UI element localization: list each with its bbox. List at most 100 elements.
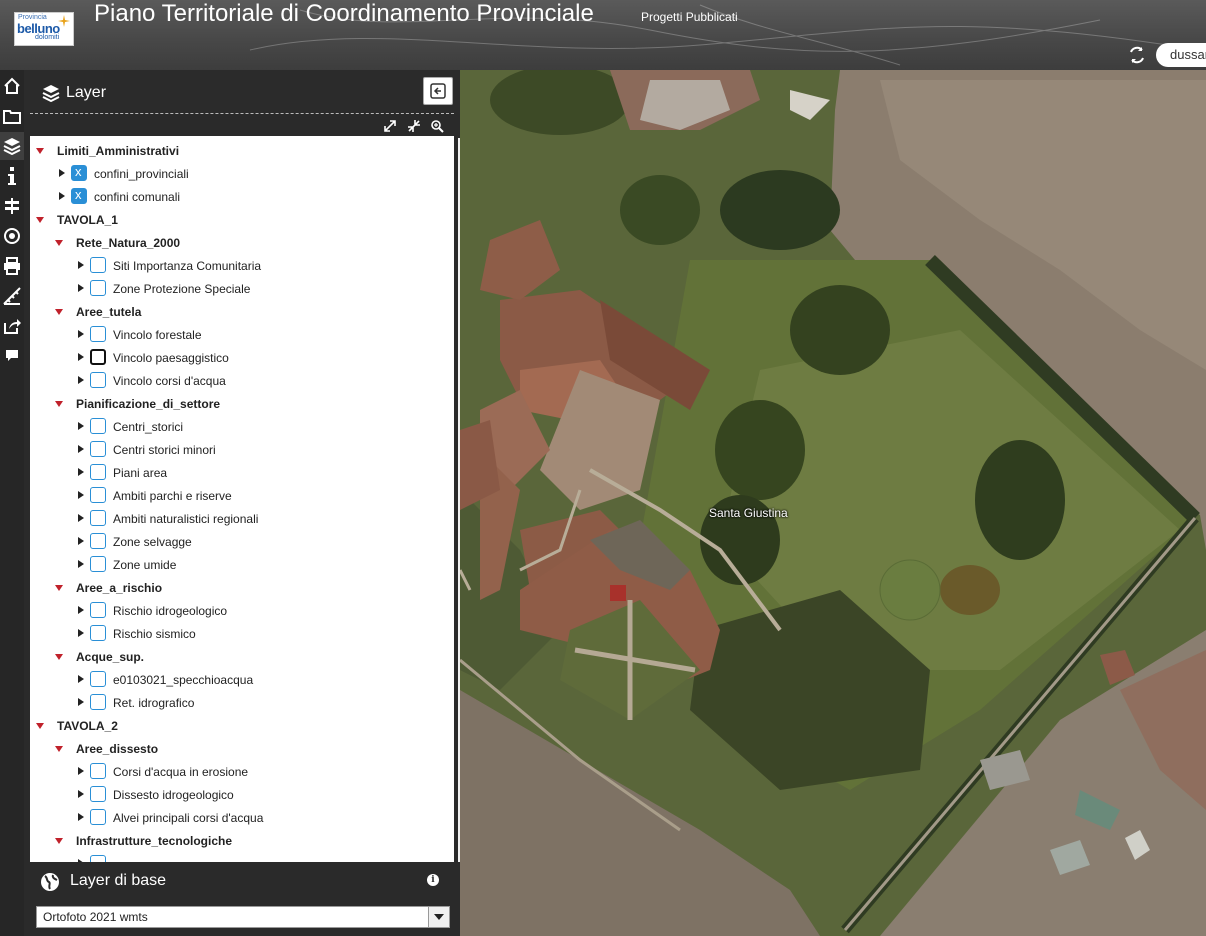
chevron-down-icon[interactable] <box>428 907 449 927</box>
expand-down-icon[interactable] <box>55 746 63 752</box>
layer-group-row[interactable]: TAVOLA_1 <box>30 209 450 232</box>
expand-down-icon[interactable] <box>55 838 63 844</box>
layer-visibility-checkbox[interactable] <box>90 809 106 825</box>
layer-group-row[interactable]: Infrastrutture_tecnologiche <box>30 830 450 853</box>
layer-visibility-checkbox[interactable] <box>90 625 106 641</box>
layer-visibility-checkbox[interactable] <box>90 671 106 687</box>
layer-visibility-checkbox[interactable] <box>90 326 106 342</box>
expand-right-icon[interactable] <box>78 468 84 476</box>
layer-visibility-checkbox[interactable] <box>90 694 106 710</box>
layer-row[interactable]: Ret. idrografico <box>30 692 450 715</box>
layer-visibility-checkbox[interactable] <box>90 763 106 779</box>
expand-right-icon[interactable] <box>59 169 65 177</box>
layer-row[interactable]: Piani area <box>30 462 450 485</box>
print-icon[interactable] <box>0 252 24 280</box>
layer-row[interactable]: Corsi d'acqua in erosione <box>30 761 450 784</box>
expand-right-icon[interactable] <box>59 192 65 200</box>
layer-visibility-checkbox[interactable] <box>90 487 106 503</box>
layer-row[interactable]: confini comunali <box>30 186 450 209</box>
layer-row[interactable]: Centri storici minori <box>30 439 450 462</box>
layer-visibility-checkbox[interactable] <box>90 786 106 802</box>
folder-icon[interactable] <box>0 102 24 130</box>
expand-right-icon[interactable] <box>78 353 84 361</box>
layer-row[interactable]: Zone umide <box>30 554 450 577</box>
expand-right-icon[interactable] <box>78 606 84 614</box>
target-icon[interactable] <box>0 222 24 250</box>
layer-group-row[interactable]: Acque_sup. <box>30 646 450 669</box>
expand-right-icon[interactable] <box>78 330 84 338</box>
layer-row[interactable]: Zone selvagge <box>30 531 450 554</box>
expand-right-icon[interactable] <box>78 376 84 384</box>
layer-group-row[interactable]: Aree_tutela <box>30 301 450 324</box>
expand-right-icon[interactable] <box>78 445 84 453</box>
layer-visibility-checkbox[interactable] <box>90 349 106 365</box>
zoom-layer-icon[interactable] <box>430 119 444 133</box>
expand-down-icon[interactable] <box>36 217 44 223</box>
map-view[interactable]: Santa Giustina <box>460 70 1206 936</box>
layer-row[interactable]: Zone Protezione Speciale <box>30 278 450 301</box>
layer-row[interactable]: Vincolo corsi d'acqua <box>30 370 450 393</box>
layer-visibility-checkbox[interactable] <box>90 418 106 434</box>
province-logo[interactable]: Provincia belluno dolomiti <box>14 12 74 46</box>
comment-icon[interactable] <box>0 342 24 370</box>
expand-right-icon[interactable] <box>78 284 84 292</box>
ruler-icon[interactable] <box>0 282 24 310</box>
expand-right-icon[interactable] <box>78 514 84 522</box>
expand-right-icon[interactable] <box>78 261 84 269</box>
layers-icon[interactable] <box>0 132 24 160</box>
info-icon[interactable] <box>0 162 24 190</box>
layer-row[interactable]: Ambiti naturalistici regionali <box>30 508 450 531</box>
expand-right-icon[interactable] <box>78 537 84 545</box>
layer-row[interactable]: Centri_storici <box>30 416 450 439</box>
expand-right-icon[interactable] <box>78 859 84 862</box>
layer-group-row[interactable]: Aree_dissesto <box>30 738 450 761</box>
refresh-icon[interactable] <box>1128 46 1146 64</box>
expand-right-icon[interactable] <box>78 790 84 798</box>
layer-row[interactable]: Dissesto idrogeologico <box>30 784 450 807</box>
expand-all-icon[interactable] <box>383 119 397 133</box>
expand-down-icon[interactable] <box>55 240 63 246</box>
layer-row[interactable]: e0103021_specchioacqua <box>30 669 450 692</box>
layer-visibility-checkbox[interactable] <box>90 855 106 862</box>
layer-group-row[interactable]: TAVOLA_2 <box>30 715 450 738</box>
collapse-panel-button[interactable] <box>423 77 453 105</box>
base-layer-select[interactable]: Ortofoto 2021 wmts <box>36 906 450 928</box>
layer-visibility-checkbox[interactable] <box>90 257 106 273</box>
layer-row[interactable]: confini_provinciali <box>30 163 450 186</box>
layer-row[interactable]: Siti Importanza Comunitaria <box>30 255 450 278</box>
layer-visibility-checkbox[interactable] <box>90 441 106 457</box>
expand-right-icon[interactable] <box>78 767 84 775</box>
layer-row[interactable]: Alvei principali corsi d'acqua <box>30 807 450 830</box>
layer-visibility-checkbox[interactable] <box>90 556 106 572</box>
expand-down-icon[interactable] <box>55 585 63 591</box>
expand-down-icon[interactable] <box>36 723 44 729</box>
expand-down-icon[interactable] <box>55 401 63 407</box>
layer-group-row[interactable]: Pianificazione_di_settore <box>30 393 450 416</box>
app-subtitle[interactable]: Progetti Pubblicati <box>641 10 738 24</box>
layer-visibility-checkbox[interactable] <box>90 464 106 480</box>
layer-visibility-checkbox[interactable] <box>71 187 87 204</box>
layer-row[interactable]: Vincolo paesaggistico <box>30 347 450 370</box>
layer-row[interactable]: Rischio idrogeologico <box>30 600 450 623</box>
signpost-icon[interactable] <box>0 192 24 220</box>
home-icon[interactable] <box>0 72 24 100</box>
layer-group-row[interactable]: Limiti_Amministrativi <box>30 140 450 163</box>
layer-row[interactable]: Rischio sismico <box>30 623 450 646</box>
expand-right-icon[interactable] <box>78 675 84 683</box>
layer-row[interactable]: Ambiti parchi e riserve <box>30 485 450 508</box>
layer-row[interactable] <box>30 853 450 862</box>
layer-group-row[interactable]: Rete_Natura_2000 <box>30 232 450 255</box>
layer-visibility-checkbox[interactable] <box>90 510 106 526</box>
expand-down-icon[interactable] <box>55 309 63 315</box>
expand-right-icon[interactable] <box>78 813 84 821</box>
layer-group-row[interactable]: Aree_a_rischio <box>30 577 450 600</box>
layer-visibility-checkbox[interactable] <box>90 533 106 549</box>
info-circle-icon[interactable]: i <box>427 874 439 886</box>
expand-right-icon[interactable] <box>78 698 84 706</box>
layer-visibility-checkbox[interactable] <box>90 372 106 388</box>
expand-down-icon[interactable] <box>55 654 63 660</box>
layer-visibility-checkbox[interactable] <box>71 164 87 181</box>
expand-right-icon[interactable] <box>78 422 84 430</box>
layer-visibility-checkbox[interactable] <box>90 280 106 296</box>
layer-visibility-checkbox[interactable] <box>90 602 106 618</box>
